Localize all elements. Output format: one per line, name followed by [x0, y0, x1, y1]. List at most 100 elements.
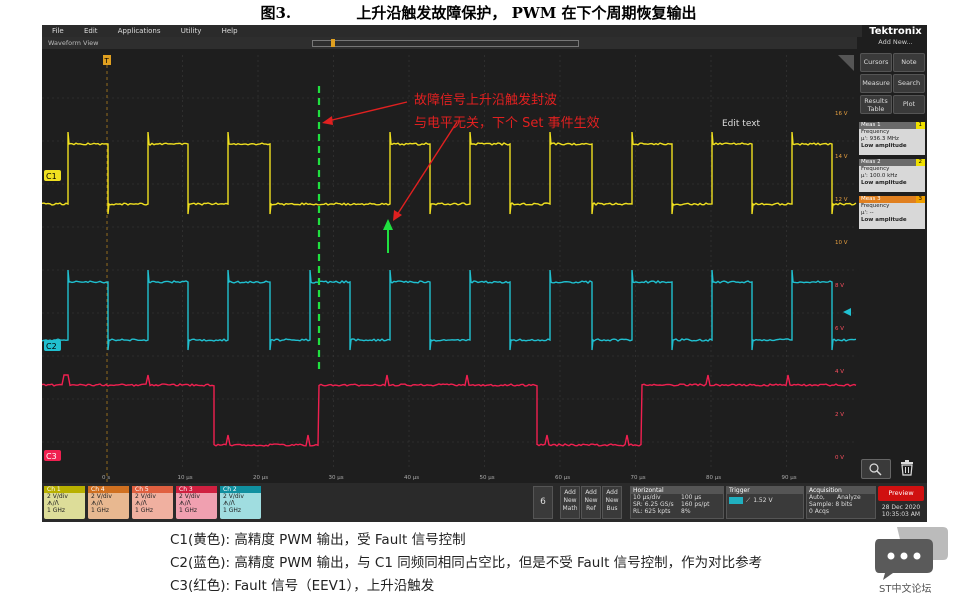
- add-new-math-button[interactable]: Add New Math: [560, 486, 580, 519]
- measurement-2-badge[interactable]: Meas 2 2 Frequency μ': 100.0 kHz Low ampl…: [859, 159, 925, 192]
- plot-button[interactable]: Plot: [893, 95, 925, 114]
- c3-marker-label: C3: [46, 452, 57, 461]
- c3-red-trace: [42, 375, 856, 446]
- meas-1-name: Meas 1: [861, 122, 881, 128]
- meas-3-channel-badge: 3: [916, 196, 926, 203]
- x-axis-ticks: 0 s 10 μs 20 μs 30 μs 40 μs 50 μs 60 μs 70 μs 80…: [102, 475, 797, 481]
- acquisition-analyze: Analyze: [837, 494, 861, 501]
- add-new-ref-button[interactable]: Add New Ref: [581, 486, 601, 519]
- x-tick-label: 90 μs: [782, 475, 797, 481]
- meas-3-value: μ': --: [859, 210, 925, 217]
- ch5-badge[interactable]: Ch 5 2 V/div ᗑ/ᐱ 1 GHz: [132, 486, 173, 519]
- search-button[interactable]: Search: [893, 74, 925, 93]
- meas-1-note: Low amplitude: [859, 143, 925, 150]
- meas-2-value: μ': 100.0 kHz: [859, 173, 925, 180]
- trigger-badge[interactable]: Trigger ⟋ 1.52 V: [726, 486, 804, 519]
- zoom-tool-button[interactable]: [861, 459, 891, 479]
- menu-help[interactable]: Help: [222, 27, 238, 35]
- add-new-bus-button[interactable]: Add New Bus: [602, 486, 622, 519]
- waveform-view-bar: Waveform View: [42, 37, 857, 49]
- ch3-coupling: ᗑ/ᐱ: [176, 500, 217, 507]
- menu-bar: File Edit Applications Utility Help: [42, 25, 862, 37]
- rising-edge-icon: ⟋: [746, 497, 750, 504]
- note-button[interactable]: Note: [893, 53, 925, 72]
- meas-3-note: Low amplitude: [859, 217, 925, 224]
- ch4-coupling: ᗑ/ᐱ: [88, 500, 129, 507]
- menu-file[interactable]: File: [52, 27, 64, 35]
- measurement-3-badge[interactable]: Meas 3 3 Frequency μ': -- Low amplitude: [859, 196, 925, 229]
- ch2-bandwidth: 1 GHz: [220, 507, 261, 514]
- ch1-badge[interactable]: Ch 1 2 V/div ᗑ/ᐱ 1 GHz: [44, 486, 85, 519]
- horizontal-position: 8%: [681, 508, 691, 515]
- annotation-arrow-1: [322, 102, 407, 125]
- ch3-bandwidth: 1 GHz: [176, 507, 217, 514]
- x-tick-label: 70 μs: [631, 475, 646, 481]
- record-position-marker[interactable]: [331, 39, 335, 47]
- record-length: RL: 625 kpts: [633, 508, 681, 515]
- ch2-badge[interactable]: Ch 2 2 V/div ᗑ/ᐱ 1 GHz: [220, 486, 261, 519]
- ch2-coupling: ᗑ/ᐱ: [220, 500, 261, 507]
- ch4-bandwidth: 1 GHz: [88, 507, 129, 514]
- results-table-button[interactable]: Results Table: [860, 95, 892, 114]
- waveform-plot[interactable]: T 0 s 10 μs 20 μs 30 μs 40 μs 50 μs 60 μs 70 μs…: [42, 49, 857, 483]
- trigger-title: Trigger: [727, 487, 803, 494]
- acquisition-badge[interactable]: Acquisition Auto, Analyze Sample: 8 bits …: [806, 486, 876, 519]
- channel-marker-c2[interactable]: C2: [44, 340, 61, 351]
- measure-button[interactable]: Measure: [860, 74, 892, 93]
- annotation-arrow-2: [393, 122, 457, 221]
- preview-button[interactable]: Preview: [878, 486, 924, 501]
- ch4-badge[interactable]: Ch 4 2 V/div ᗑ/ᐱ 1 GHz: [88, 486, 129, 519]
- x-tick-label: 0 s: [102, 475, 110, 481]
- corner-fold-icon[interactable]: [838, 55, 854, 71]
- ch1-scale: 2 V/div: [44, 493, 85, 500]
- y-tick-label: 8 V: [835, 283, 844, 289]
- x-tick-label: 50 μs: [480, 475, 495, 481]
- record-view-slider[interactable]: [312, 40, 579, 47]
- meas-3-name: Meas 3: [861, 196, 881, 202]
- caption-c1: C1(黄色): 高精度 PWM 输出，受 Fault 信号控制: [170, 528, 466, 548]
- menu-utility[interactable]: Utility: [181, 27, 202, 35]
- bottom-settings-bar: Ch 1 2 V/div ᗑ/ᐱ 1 GHz Ch 4 2 V/div ᗑ/ᐱ …: [42, 483, 927, 522]
- ch3-badge[interactable]: Ch 3 2 V/div ᗑ/ᐱ 1 GHz: [176, 486, 217, 519]
- svg-text:T: T: [104, 57, 110, 65]
- add-new-label: Add New...: [864, 38, 927, 46]
- meas-2-note: Low amplitude: [859, 180, 925, 187]
- menu-edit[interactable]: Edit: [84, 27, 98, 35]
- annotation-line-1: 故障信号上升沿触发封波: [414, 89, 557, 108]
- meas-1-value: μ': 936.3 MHz: [859, 136, 925, 143]
- ch1-name: Ch 1: [44, 486, 85, 493]
- menu-applications[interactable]: Applications: [118, 27, 161, 35]
- y-tick-label: 12 V: [835, 197, 848, 203]
- channel-marker-c3[interactable]: C3: [44, 450, 61, 461]
- measurement-1-badge[interactable]: Meas 1 1 Frequency μ': 936.3 MHz Low ampl…: [859, 122, 925, 155]
- meas-3-type: Frequency: [859, 203, 925, 210]
- trigger-level-arrow[interactable]: [843, 308, 851, 316]
- trigger-source-chip: [729, 497, 743, 504]
- edit-text-label[interactable]: Edit text: [722, 119, 760, 129]
- ch3-scale: 2 V/div: [176, 493, 217, 500]
- x-tick-label: 20 μs: [253, 475, 268, 481]
- caption-c3: C3(红色): Fault 信号（EEV1），上升沿触发: [170, 574, 434, 594]
- horizontal-badge[interactable]: Horizontal 10 μs/div 100 μs SR: 6.25 GS/s…: [630, 486, 724, 519]
- channel-count-button[interactable]: 6: [533, 486, 553, 519]
- tektronix-logo: Tektronix: [864, 25, 927, 38]
- y-tick-label: 16 V: [835, 111, 848, 117]
- meas-2-channel-badge: 2: [916, 159, 926, 166]
- trash-icon: [897, 457, 917, 477]
- y-tick-label: 4 V: [835, 369, 844, 375]
- date-time: 28 Dec 2020 10:35:03 AM: [878, 504, 924, 518]
- acquisition-title: Acquisition: [807, 487, 875, 494]
- ch4-scale: 2 V/div: [88, 493, 129, 500]
- trash-button[interactable]: [897, 457, 917, 477]
- x-tick-label: 40 μs: [404, 475, 419, 481]
- date-label: 28 Dec 2020: [878, 504, 924, 511]
- c2-marker-label: C2: [46, 342, 57, 351]
- horizontal-title: Horizontal: [631, 487, 723, 494]
- cursors-button[interactable]: Cursors: [860, 53, 892, 72]
- x-tick-label: 10 μs: [178, 475, 193, 481]
- channel-marker-c1[interactable]: C1: [44, 170, 61, 181]
- trigger-time-marker[interactable]: T: [103, 55, 111, 483]
- st-forum-watermark: ST中文论坛: [875, 525, 950, 600]
- ch5-coupling: ᗑ/ᐱ: [132, 500, 173, 507]
- x-tick-label: 30 μs: [329, 475, 344, 481]
